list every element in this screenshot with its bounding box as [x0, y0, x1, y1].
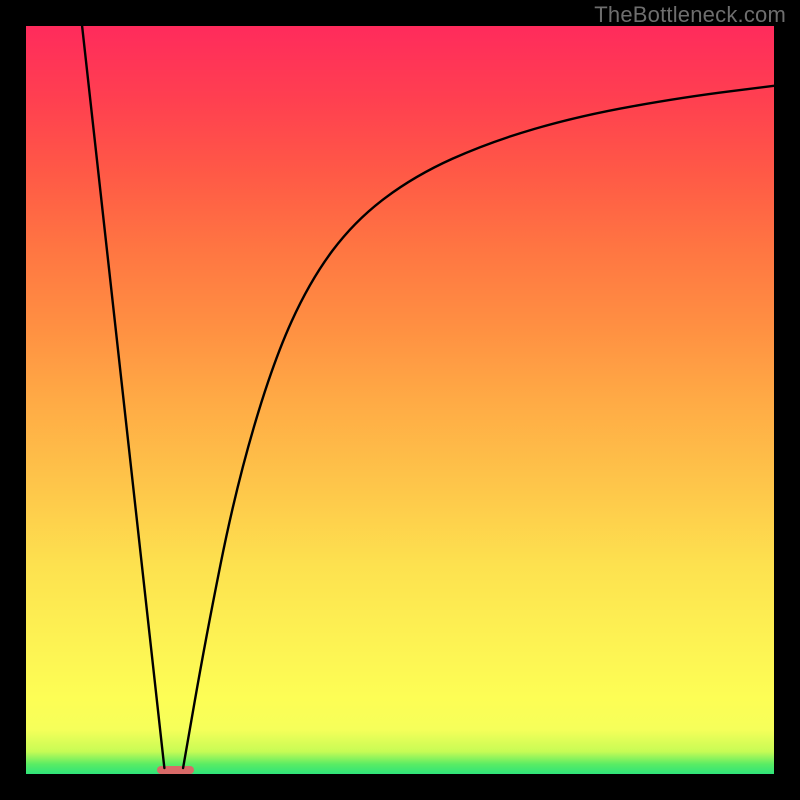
curve-layer: [26, 26, 774, 774]
watermark-text: TheBottleneck.com: [594, 2, 786, 28]
chart-frame: TheBottleneck.com: [0, 0, 800, 800]
right-limb-path: [183, 86, 774, 768]
plot-area: [26, 26, 774, 774]
left-limb-path: [82, 26, 164, 768]
